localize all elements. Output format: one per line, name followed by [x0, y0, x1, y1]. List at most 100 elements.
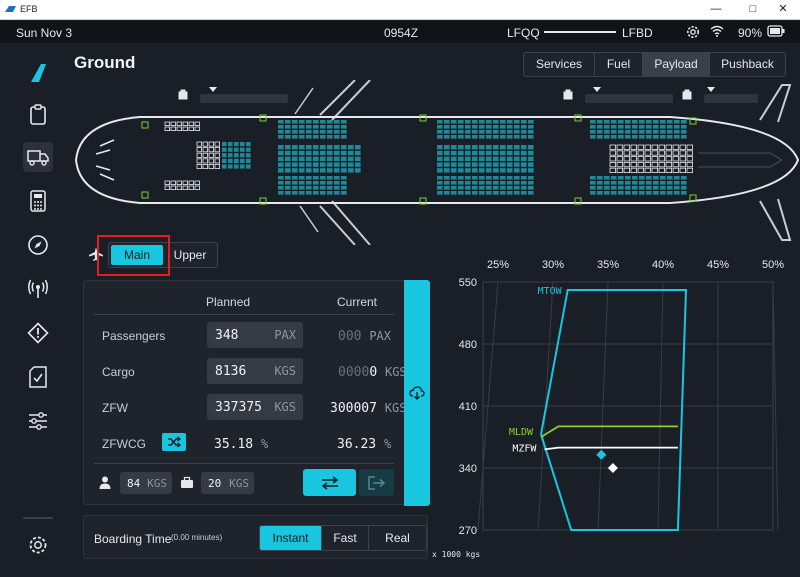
- seat: [660, 130, 666, 134]
- clipboard-icon[interactable]: [23, 100, 53, 130]
- passengers-current-unit: PAX: [369, 329, 391, 343]
- transfer-button[interactable]: [303, 469, 356, 496]
- passengers-current-value: 000: [338, 329, 362, 344]
- seat: [651, 144, 658, 150]
- seat: [479, 191, 485, 195]
- seat: [292, 135, 298, 139]
- tab-pushback[interactable]: Pushback: [709, 53, 785, 76]
- minimize-button[interactable]: —: [699, 0, 733, 20]
- seat: [334, 168, 340, 173]
- gear-icon[interactable]: [685, 24, 701, 40]
- seat: [313, 135, 319, 139]
- cargo-planned-value: 8136: [215, 364, 247, 379]
- tab-payload[interactable]: Payload: [642, 53, 709, 76]
- boarding-instant-button[interactable]: Instant: [260, 526, 321, 550]
- shuffle-button[interactable]: [162, 433, 186, 451]
- seat: [644, 144, 651, 150]
- seat: [653, 135, 659, 139]
- bag-weight-input[interactable]: 20 KGS: [201, 472, 254, 494]
- settings-gear-icon[interactable]: [23, 530, 53, 560]
- warning-icon[interactable]: [23, 318, 53, 348]
- seat: [285, 176, 291, 180]
- close-button[interactable]: ✕: [766, 0, 800, 20]
- x-tick-label: 50%: [762, 259, 784, 271]
- passengers-input[interactable]: 348 PAX: [207, 322, 303, 348]
- seat: [493, 168, 499, 173]
- seat: [681, 176, 687, 180]
- seat: [686, 162, 693, 168]
- upper-deck-button[interactable]: Upper: [166, 245, 214, 265]
- seat: [465, 186, 471, 190]
- seat: [202, 158, 208, 164]
- zfwcg-current-unit: %: [383, 437, 392, 451]
- seat: [611, 130, 617, 134]
- sliders-icon[interactable]: [23, 406, 53, 436]
- truck-icon[interactable]: [23, 142, 53, 172]
- seat: [299, 135, 305, 139]
- seat: [458, 150, 464, 156]
- seat: [514, 191, 520, 195]
- seat: [672, 162, 679, 168]
- seat: [458, 168, 464, 173]
- antenna-icon[interactable]: [23, 274, 53, 304]
- seat: [278, 156, 284, 161]
- seat: [292, 130, 298, 134]
- seat: [674, 181, 680, 185]
- maximize-button[interactable]: □: [736, 0, 770, 20]
- pax-weight-input[interactable]: 84 KGS: [120, 472, 172, 494]
- pax-weight-unit: KGS: [147, 477, 167, 490]
- seat: [246, 153, 251, 158]
- tab-services[interactable]: Services: [524, 53, 594, 76]
- unload-button[interactable]: [359, 469, 394, 496]
- cargo-input[interactable]: 8136 KGS: [207, 358, 303, 384]
- seat: [500, 162, 506, 167]
- seat: [472, 120, 478, 124]
- seat: [528, 125, 534, 129]
- zfw-input[interactable]: 337375 KGS: [207, 394, 303, 420]
- seat: [246, 164, 251, 169]
- seat: [507, 186, 513, 190]
- seat: [604, 186, 610, 190]
- seat: [451, 181, 457, 185]
- calculator-icon[interactable]: [23, 186, 53, 216]
- seat: [632, 186, 638, 190]
- seat: [182, 121, 188, 126]
- series-mldw: [540, 425, 678, 438]
- seat: [465, 125, 471, 129]
- seat: [222, 147, 227, 152]
- series-label-mldw: MLDW: [509, 427, 534, 438]
- seat: [479, 135, 485, 139]
- boarding-fast-button[interactable]: Fast: [321, 526, 368, 550]
- checklist-icon[interactable]: [23, 362, 53, 392]
- seat: [306, 125, 312, 129]
- seat: [521, 135, 527, 139]
- seat: [686, 144, 693, 150]
- seat: [458, 145, 464, 150]
- seat: [278, 130, 284, 134]
- aft-cargo-indicator: [563, 87, 673, 103]
- compass-icon[interactable]: [23, 230, 53, 260]
- zfwcg-planned-value: 35.18: [214, 437, 254, 452]
- seat: [451, 120, 457, 124]
- seat: [348, 145, 354, 150]
- seat: [623, 144, 630, 150]
- seat: [285, 135, 291, 139]
- tab-fuel[interactable]: Fuel: [594, 53, 642, 76]
- seat: [514, 168, 520, 173]
- seat: [320, 156, 326, 161]
- seat: [202, 164, 208, 170]
- seat: [202, 147, 208, 153]
- seat: [674, 176, 680, 180]
- boarding-real-button[interactable]: Real: [368, 526, 426, 550]
- seat: [493, 135, 499, 139]
- seat: [451, 168, 457, 173]
- seat: [327, 150, 333, 156]
- seat: [674, 186, 680, 190]
- seat: [292, 120, 298, 124]
- seat: [639, 135, 645, 139]
- seat: [320, 191, 326, 195]
- load-payload-button[interactable]: [404, 280, 430, 506]
- seat: [625, 181, 631, 185]
- seat: [623, 156, 630, 162]
- seat: [590, 125, 596, 129]
